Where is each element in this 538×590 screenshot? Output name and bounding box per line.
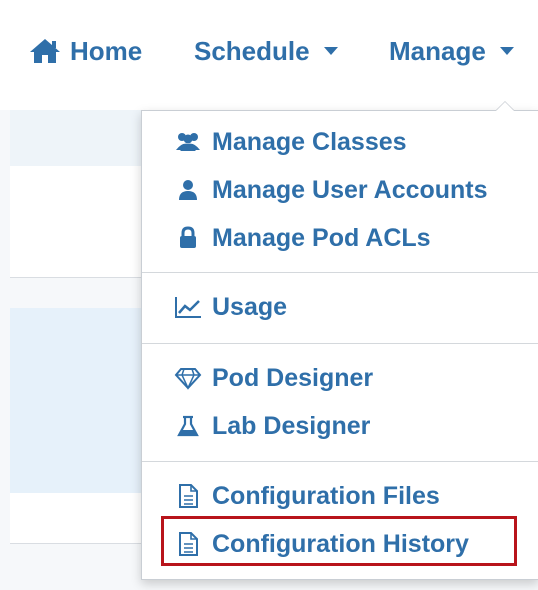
- nav-schedule-label: Schedule: [194, 35, 310, 66]
- line-chart-icon: [174, 293, 202, 321]
- menu-divider: [142, 461, 538, 462]
- nav-home-label: Home: [70, 35, 143, 66]
- menu-item-lab-designer[interactable]: Lab Designer: [174, 406, 370, 446]
- page-background-panel-lower: [10, 493, 141, 543]
- page-divider: [10, 277, 141, 278]
- home-icon: [30, 39, 60, 63]
- users-icon: [174, 128, 202, 156]
- menu-item-manage-classes[interactable]: Manage Classes: [174, 122, 407, 162]
- highlight-box: [161, 516, 517, 566]
- top-navbar: Home Schedule Manage: [0, 0, 538, 110]
- lock-icon: [174, 224, 202, 252]
- file-text-icon: [174, 482, 202, 510]
- chevron-down-icon: [499, 47, 514, 55]
- diamond-icon: [174, 364, 202, 392]
- page-divider: [10, 543, 141, 544]
- page-background-strip: [10, 110, 141, 166]
- dropdown-pointer-fill: [496, 102, 514, 111]
- menu-item-label: Manage Classes: [212, 127, 407, 156]
- menu-item-usage[interactable]: Usage: [174, 287, 287, 327]
- nav-manage-dropdown[interactable]: Manage: [389, 34, 514, 68]
- page-background-panel: [10, 166, 141, 278]
- user-icon: [174, 176, 202, 204]
- menu-divider: [142, 272, 538, 273]
- flask-icon: [174, 412, 202, 440]
- menu-item-label: Configuration Files: [212, 481, 440, 510]
- manage-dropdown-menu: Manage Classes Manage User Accounts Mana…: [141, 110, 538, 580]
- nav-home-link[interactable]: Home: [28, 34, 142, 68]
- menu-item-pod-designer[interactable]: Pod Designer: [174, 358, 373, 398]
- page-background-highlight-panel: [10, 308, 141, 493]
- nav-manage-label: Manage: [389, 35, 486, 66]
- nav-schedule-dropdown[interactable]: Schedule: [194, 34, 338, 68]
- menu-item-configuration-files[interactable]: Configuration Files: [174, 476, 440, 516]
- menu-item-label: Manage Pod ACLs: [212, 223, 431, 252]
- menu-divider: [142, 343, 538, 344]
- menu-item-manage-user-accounts[interactable]: Manage User Accounts: [174, 170, 488, 210]
- menu-item-label: Manage User Accounts: [212, 175, 488, 204]
- chevron-down-icon: [323, 47, 338, 55]
- menu-item-label: Lab Designer: [212, 411, 371, 440]
- menu-item-label: Usage: [212, 292, 288, 321]
- menu-item-manage-pod-acls[interactable]: Manage Pod ACLs: [174, 218, 431, 258]
- menu-item-label: Pod Designer: [212, 363, 374, 392]
